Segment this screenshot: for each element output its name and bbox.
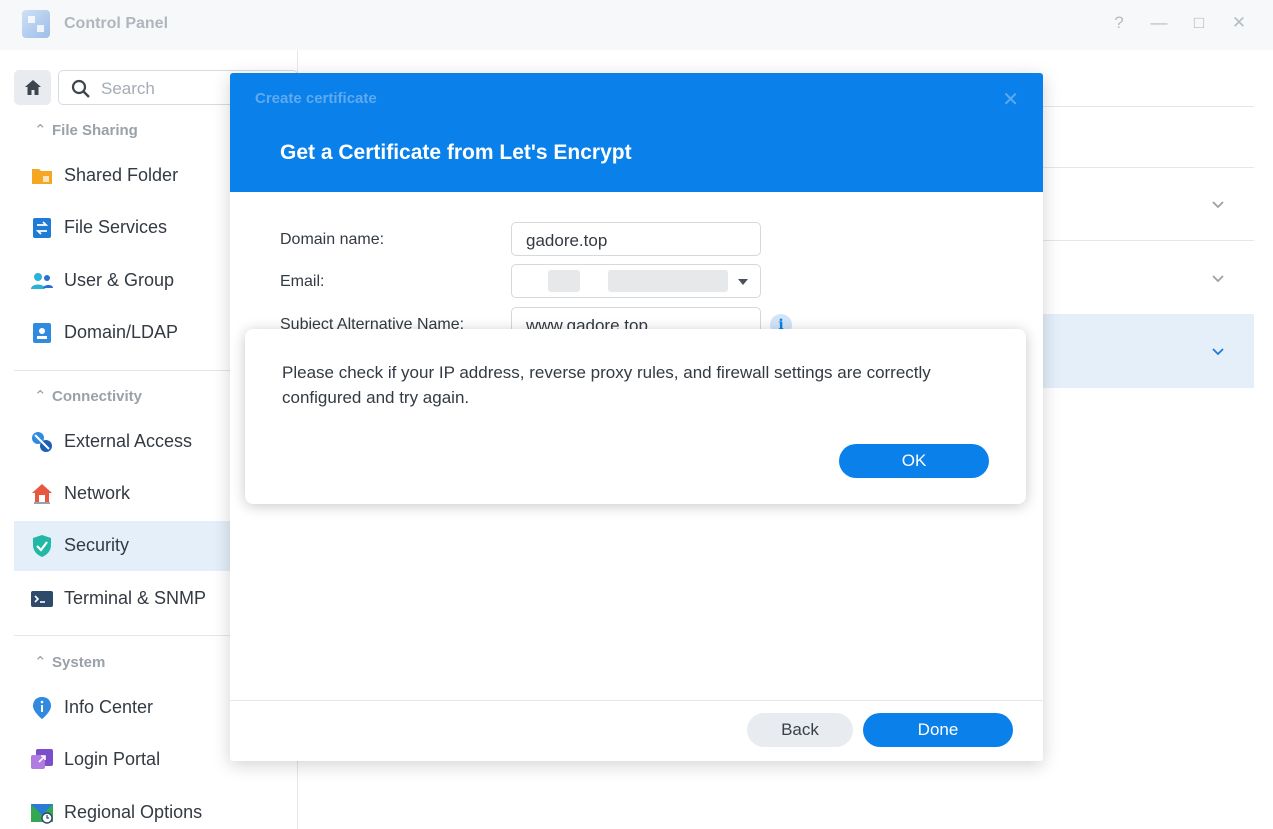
error-alert-dialog: Please check if your IP address, reverse… bbox=[245, 329, 1026, 504]
section-connectivity[interactable]: ⌃ Connectivity bbox=[34, 387, 142, 405]
ok-button[interactable]: OK bbox=[839, 444, 989, 478]
chevron-down-icon[interactable] bbox=[1208, 341, 1228, 361]
dialog-title: Get a Certificate from Let's Encrypt bbox=[280, 141, 632, 164]
sidebar-item-regional-options[interactable]: Regional Options bbox=[14, 788, 298, 829]
back-button[interactable]: Back bbox=[747, 713, 853, 747]
redacted-email bbox=[608, 270, 728, 292]
title-bar: Control Panel ? — □ ✕ bbox=[0, 0, 1273, 50]
chevron-up-icon: ⌃ bbox=[34, 388, 47, 405]
minimize-button[interactable]: — bbox=[1148, 12, 1170, 34]
control-panel-icon bbox=[22, 10, 50, 38]
chevron-down-icon[interactable] bbox=[1208, 268, 1228, 288]
domain-name-label: Domain name: bbox=[280, 231, 385, 248]
chevron-up-icon: ⌃ bbox=[34, 654, 47, 671]
done-button[interactable]: Done bbox=[863, 713, 1013, 747]
redacted-email bbox=[548, 270, 580, 292]
content-divider bbox=[1043, 167, 1254, 168]
email-select[interactable] bbox=[511, 264, 761, 298]
dropdown-caret-icon bbox=[738, 279, 748, 285]
search-icon bbox=[71, 79, 90, 98]
home-button[interactable] bbox=[14, 70, 51, 105]
domain-name-value: gadore.top bbox=[526, 231, 608, 250]
domain-name-field[interactable]: gadore.top bbox=[511, 222, 761, 256]
chevron-down-icon[interactable] bbox=[1208, 194, 1228, 214]
regional-options-icon bbox=[31, 804, 53, 824]
file-services-icon bbox=[33, 218, 51, 238]
home-icon bbox=[25, 80, 41, 95]
dialog-subtitle: Create certificate bbox=[255, 90, 377, 107]
shield-icon bbox=[33, 535, 51, 557]
dialog-footer-divider bbox=[230, 700, 1043, 701]
search-placeholder: Search bbox=[101, 79, 155, 98]
dialog-header: Create certificate ✕ Get a Certificate f… bbox=[230, 73, 1043, 192]
chevron-up-icon: ⌃ bbox=[34, 122, 47, 139]
section-file-sharing[interactable]: ⌃ File Sharing bbox=[34, 121, 138, 139]
maximize-button[interactable]: □ bbox=[1188, 12, 1210, 34]
login-portal-icon bbox=[31, 749, 53, 769]
content-divider bbox=[1043, 240, 1254, 241]
email-label: Email: bbox=[280, 273, 325, 290]
network-icon bbox=[32, 484, 52, 504]
folder-icon bbox=[32, 169, 52, 184]
alert-message: Please check if your IP address, reverse… bbox=[282, 363, 931, 407]
close-icon[interactable]: ✕ bbox=[1002, 87, 1019, 112]
close-window-button[interactable]: ✕ bbox=[1228, 12, 1250, 34]
info-center-icon bbox=[33, 697, 51, 719]
domain-ldap-icon bbox=[33, 323, 51, 343]
user-group-icon bbox=[31, 273, 53, 289]
help-button[interactable]: ? bbox=[1108, 12, 1130, 34]
content-divider bbox=[1043, 106, 1254, 107]
terminal-icon bbox=[31, 591, 53, 607]
window-title: Control Panel bbox=[64, 15, 169, 32]
external-access-icon bbox=[32, 432, 52, 452]
section-system[interactable]: ⌃ System bbox=[34, 653, 105, 671]
